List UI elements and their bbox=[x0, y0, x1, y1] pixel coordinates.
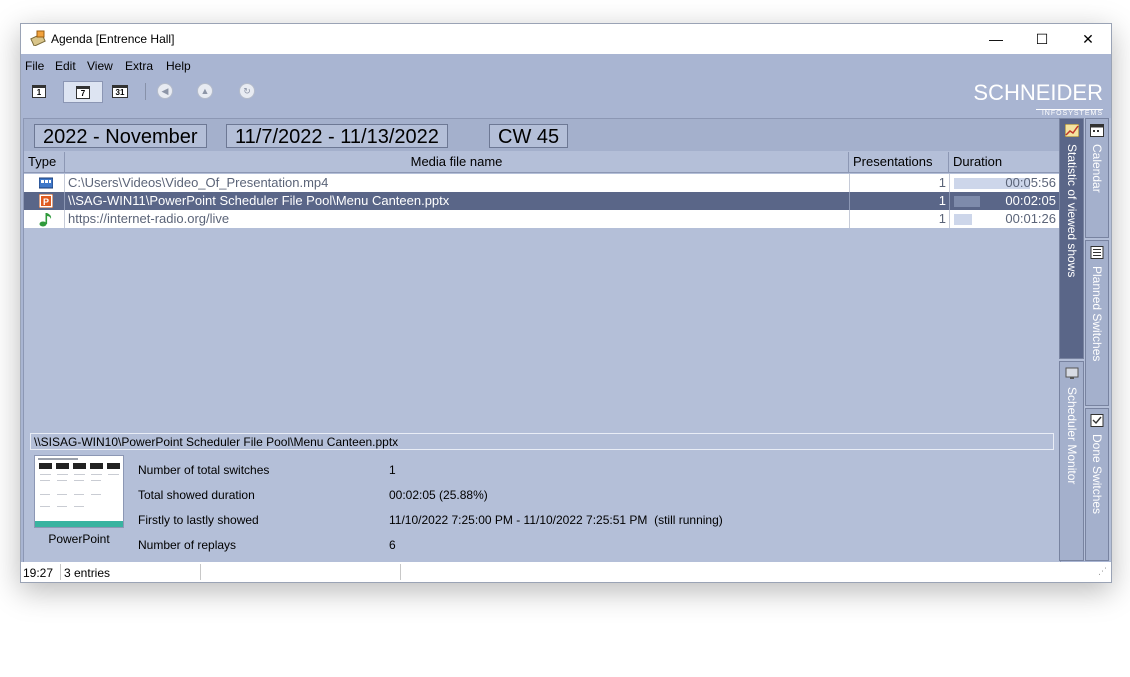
menu-bar: File Edit View Extra Help bbox=[21, 54, 1111, 76]
month-selector[interactable]: 2022 - November bbox=[34, 124, 207, 148]
stat-label: Number of replays bbox=[138, 538, 237, 552]
tab-label: Done Switches bbox=[1090, 434, 1104, 515]
monitor-icon bbox=[1065, 367, 1079, 379]
week-view-icon: 7 bbox=[76, 85, 90, 99]
presentations-count: 1 bbox=[849, 174, 946, 192]
window-title: Agenda [Entrence Hall] bbox=[51, 32, 175, 46]
tab-label: Scheduler Monitor bbox=[1065, 387, 1079, 485]
media-file-name: https://internet-radio.org/live bbox=[68, 211, 230, 226]
minimize-button[interactable]: — bbox=[973, 24, 1019, 54]
stat-value: 11/10/2022 7:25:00 PM - 11/10/2022 7:25:… bbox=[389, 513, 723, 527]
maximize-button[interactable]: ☐ bbox=[1019, 24, 1065, 54]
month-view-button[interactable]: 31 bbox=[109, 81, 131, 101]
thumbnail-label: PowerPoint bbox=[48, 532, 110, 546]
title-bar: Agenda [Entrence Hall] — ☐ ✕ bbox=[21, 24, 1111, 54]
tab-statistic-of-viewed-shows[interactable]: Statistic of viewed shows bbox=[1059, 118, 1084, 359]
table-row[interactable]: C:\Users\Videos\Video_Of_Presentation.mp… bbox=[24, 174, 1060, 192]
close-icon: ✕ bbox=[1082, 30, 1094, 47]
stat-value: 00:02:05 (25.88%) bbox=[389, 488, 488, 502]
back-icon: ◀ bbox=[157, 83, 173, 99]
stat-label: Number of total switches bbox=[138, 463, 270, 477]
agenda-window: Agenda [Entrence Hall] — ☐ ✕ File Edit V… bbox=[20, 23, 1112, 583]
up-icon: ▲ bbox=[197, 83, 213, 99]
checklist-icon bbox=[1090, 414, 1104, 427]
menu-view[interactable]: View bbox=[87, 59, 113, 73]
stat-value: 6 bbox=[389, 538, 396, 552]
resize-grip-icon[interactable]: ⋰ bbox=[1098, 566, 1107, 577]
period-bar: 2022 - November 11/7/2022 - 11/13/2022 C… bbox=[24, 119, 1060, 151]
media-file-name: \\SAG-WIN11\PowerPoint Scheduler File Po… bbox=[68, 193, 450, 208]
column-presentations[interactable]: Presentations bbox=[849, 152, 949, 172]
menu-extra[interactable]: Extra bbox=[125, 59, 153, 73]
presentation-thumbnail bbox=[34, 455, 124, 528]
day-view-button[interactable]: 1 bbox=[28, 81, 50, 101]
duration-value: 00:02:05 bbox=[1005, 193, 1056, 208]
stat-value: 1 bbox=[389, 463, 396, 477]
minimize-icon: — bbox=[989, 31, 1003, 47]
menu-file[interactable]: File bbox=[25, 59, 44, 73]
refresh-button[interactable]: ↻ bbox=[236, 81, 258, 101]
month-view-icon: 31 bbox=[112, 84, 128, 98]
tab-label: Calendar bbox=[1090, 144, 1104, 193]
back-button[interactable]: ◀ bbox=[154, 81, 176, 101]
side-tab-strip: Statistic of viewed shows Scheduler Moni… bbox=[1059, 118, 1111, 561]
up-button[interactable]: ▲ bbox=[194, 81, 216, 101]
video-file-icon bbox=[39, 177, 53, 189]
audio-stream-icon bbox=[39, 213, 52, 227]
tab-scheduler-monitor[interactable]: Scheduler Monitor bbox=[1059, 361, 1084, 561]
close-button[interactable]: ✕ bbox=[1065, 24, 1111, 54]
toolbar-separator bbox=[145, 83, 146, 100]
chart-icon bbox=[1065, 124, 1079, 137]
menu-edit[interactable]: Edit bbox=[55, 59, 76, 73]
status-divider bbox=[400, 564, 401, 580]
date-range-selector[interactable]: 11/7/2022 - 11/13/2022 bbox=[226, 124, 448, 148]
selected-file-path: \\SISAG-WIN10\PowerPoint Scheduler File … bbox=[30, 433, 1054, 450]
duration-bar bbox=[954, 214, 972, 225]
svg-text:P: P bbox=[43, 197, 49, 207]
status-entries: 3 entries bbox=[64, 566, 111, 580]
logo-brand: SCHNEIDER bbox=[973, 80, 1103, 105]
presentations-count: 1 bbox=[849, 210, 946, 228]
stat-label: Firstly to lastly showed bbox=[138, 513, 259, 527]
stat-label: Total showed duration bbox=[138, 488, 255, 502]
duration-value: 00:05:56 bbox=[1005, 175, 1056, 190]
duration-value: 00:01:26 bbox=[1005, 211, 1056, 226]
powerpoint-file-icon: P bbox=[39, 194, 53, 208]
menu-help[interactable]: Help bbox=[166, 59, 191, 73]
day-view-icon: 1 bbox=[32, 84, 46, 98]
table-header: Type Media file name Presentations Durat… bbox=[24, 152, 1060, 173]
tab-planned-switches[interactable]: Planned Switches bbox=[1085, 240, 1109, 406]
table-row-selected[interactable]: P \\SAG-WIN11\PowerPoint Scheduler File … bbox=[24, 192, 1060, 210]
duration-bar bbox=[954, 196, 980, 207]
toolbar: 1 7 31 ◀ ▲ ↻ bbox=[21, 77, 1111, 105]
schneider-logo: SCHNEIDER INFOSYSTEMS bbox=[973, 82, 1103, 118]
status-bar: 19:27 3 entries ⋰ bbox=[21, 562, 1111, 582]
tab-label: Planned Switches bbox=[1090, 266, 1104, 362]
week-view-button[interactable]: 7 bbox=[63, 81, 103, 103]
table-row[interactable]: https://internet-radio.org/live 1 00:01:… bbox=[24, 210, 1060, 228]
column-media-file-name[interactable]: Media file name bbox=[65, 152, 849, 172]
tab-calendar[interactable]: Calendar bbox=[1085, 118, 1109, 238]
status-divider bbox=[200, 564, 201, 580]
statistics-panel: 2022 - November 11/7/2022 - 11/13/2022 C… bbox=[23, 118, 1061, 563]
refresh-icon: ↻ bbox=[239, 83, 255, 99]
list-icon bbox=[1090, 246, 1104, 259]
tab-label: Statistic of viewed shows bbox=[1065, 144, 1079, 278]
column-type[interactable]: Type bbox=[24, 152, 65, 172]
presentations-count: 1 bbox=[849, 192, 946, 210]
logo-sub: INFOSYSTEMS bbox=[1035, 109, 1103, 117]
agenda-app-icon bbox=[30, 30, 46, 46]
column-duration[interactable]: Duration bbox=[949, 152, 1060, 172]
calendar-week-selector[interactable]: CW 45 bbox=[489, 124, 569, 148]
status-divider bbox=[60, 564, 61, 580]
media-file-name: C:\Users\Videos\Video_Of_Presentation.mp… bbox=[68, 175, 329, 190]
calendar-icon bbox=[1090, 124, 1104, 137]
status-time: 19:27 bbox=[23, 566, 54, 580]
tab-done-switches[interactable]: Done Switches bbox=[1085, 408, 1109, 561]
maximize-icon: ☐ bbox=[1035, 30, 1049, 47]
